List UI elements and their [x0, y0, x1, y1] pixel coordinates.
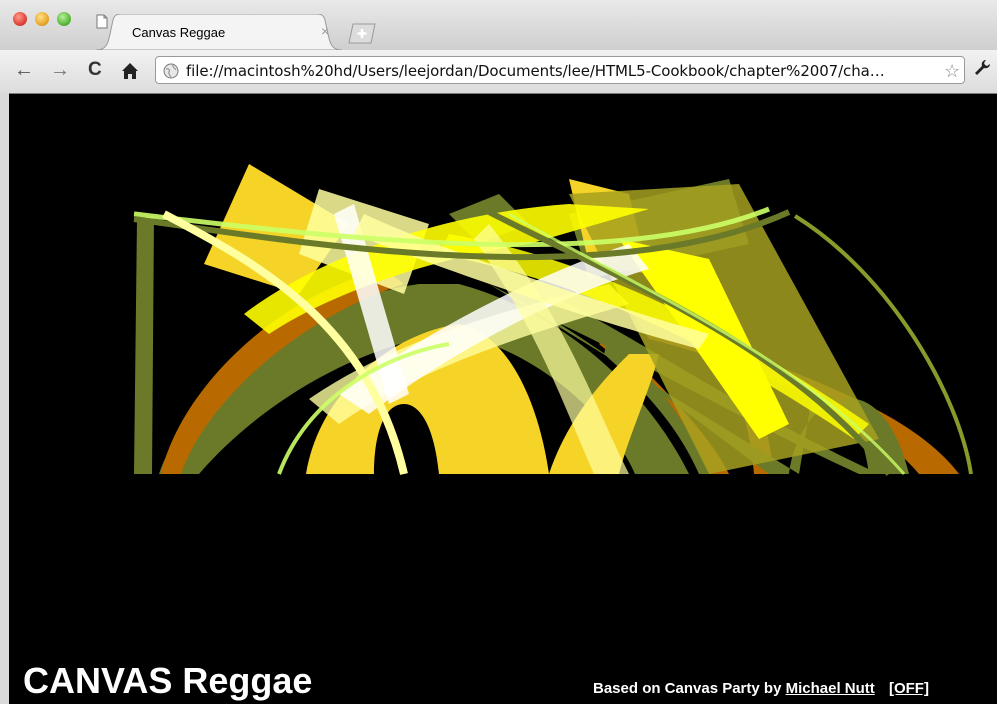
- sound-toggle-link[interactable]: [OFF]: [889, 680, 929, 697]
- new-tab-button[interactable]: [346, 22, 378, 44]
- tab-strip: Canvas Reggae ×: [0, 0, 997, 50]
- tab-canvas-reggae[interactable]: Canvas Reggae ×: [96, 14, 342, 50]
- green-stroke-shape: [134, 216, 154, 474]
- window-zoom-button[interactable]: [57, 12, 71, 26]
- address-bar[interactable]: file://macintosh%20hd/Users/leejordan/Do…: [155, 56, 965, 84]
- url-text: file://macintosh%20hd/Users/leejordan/Do…: [186, 62, 885, 80]
- home-icon[interactable]: [120, 59, 140, 83]
- page-title: CANVAS Reggae: [23, 660, 313, 701]
- star-icon[interactable]: ☆: [944, 61, 960, 82]
- tab-close-icon[interactable]: ×: [321, 23, 329, 39]
- credit-line: Based on Canvas Party by Michael Nutt [O…: [593, 680, 929, 697]
- window-close-button[interactable]: [13, 12, 27, 26]
- window-minimize-button[interactable]: [35, 12, 49, 26]
- reggae-canvas: [133, 164, 973, 476]
- forward-arrow-icon[interactable]: →: [50, 58, 70, 82]
- browser-toolbar: ← → C file://macintosh%20hd/Users/leejor…: [0, 50, 997, 94]
- visualizer-shapes: [133, 164, 973, 476]
- window-left-edge: [0, 93, 9, 704]
- globe-icon: [163, 63, 179, 79]
- tab-title: Canvas Reggae: [132, 25, 226, 40]
- back-arrow-icon[interactable]: ←: [14, 58, 34, 82]
- reload-icon[interactable]: C: [88, 58, 102, 82]
- page-content: CANVAS Reggae Based on Canvas Party by M…: [9, 94, 997, 704]
- page-icon: [96, 14, 108, 29]
- wrench-icon[interactable]: [972, 58, 992, 78]
- author-link[interactable]: Michael Nutt: [786, 680, 875, 697]
- browser-window: Canvas Reggae × ← → C file://macintosh%2…: [0, 0, 997, 704]
- credit-text: Based on Canvas Party by: [593, 680, 782, 697]
